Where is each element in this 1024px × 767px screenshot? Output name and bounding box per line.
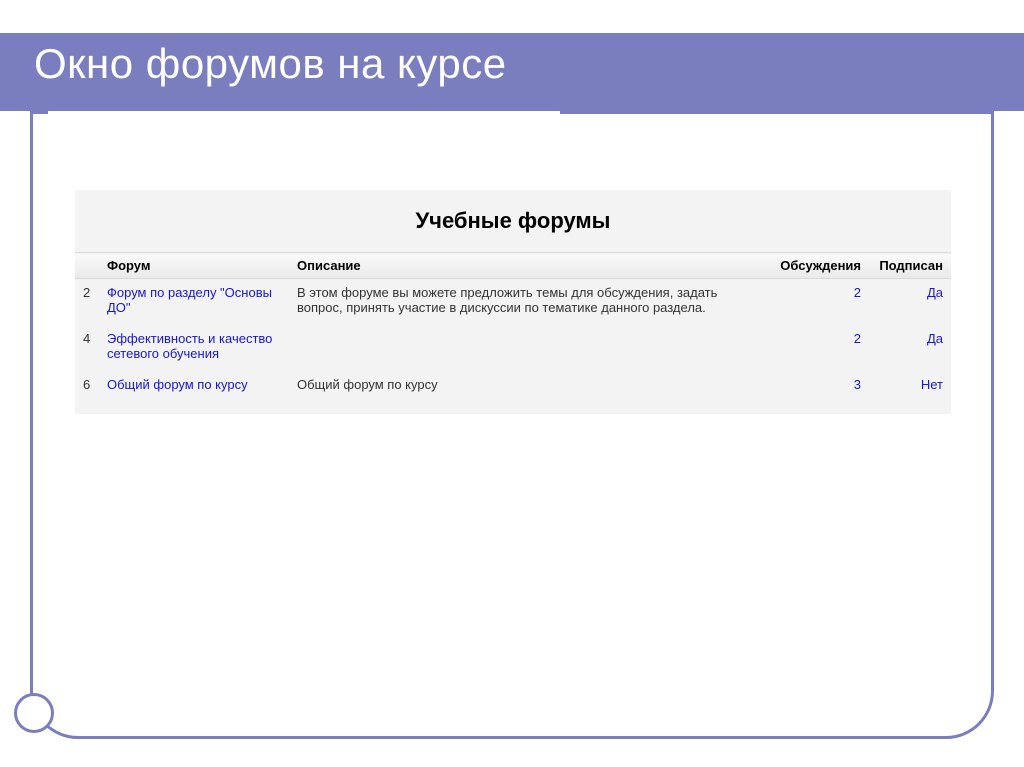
slide: Окно форумов на курсе Учебные форумы Фор… [0,0,1024,767]
cell-disc: 2 [769,279,869,326]
forums-table: Форум Описание Обсуждения Подписан 2 Фор… [75,252,951,402]
slide-title: Окно форумов на курсе [34,40,507,88]
col-header-sub: Подписан [869,253,951,279]
table-row: 4 Эффективность и качество сетевого обуч… [75,325,951,371]
forum-link[interactable]: Общий форум по курсу [107,377,248,392]
frame-rule-left [30,111,48,114]
panel-title: Учебные форумы [75,208,951,234]
frame-circle-accent [14,693,54,733]
frame-rule-right [560,111,994,114]
col-header-forum: Форум [99,253,289,279]
forums-panel: Учебные форумы Форум Описание Обсуждения… [75,190,951,414]
cell-desc: Общий форум по курсу [289,371,769,402]
col-header-num [75,253,99,279]
cell-sub: Нет [869,371,951,402]
cell-forum: Эффективность и качество сетевого обучен… [99,325,289,371]
cell-forum: Общий форум по курсу [99,371,289,402]
cell-sub: Да [869,325,951,371]
col-header-desc: Описание [289,253,769,279]
cell-num: 4 [75,325,99,371]
discussions-link[interactable]: 2 [854,285,861,300]
cell-desc [289,325,769,371]
cell-num: 6 [75,371,99,402]
subscribe-link[interactable]: Нет [921,377,943,392]
col-header-disc: Обсуждения [769,253,869,279]
subscribe-link[interactable]: Да [927,285,943,300]
cell-desc: В этом форуме вы можете предложить темы … [289,279,769,326]
cell-num: 2 [75,279,99,326]
forum-link[interactable]: Форум по разделу "Основы ДО" [107,285,272,315]
cell-disc: 2 [769,325,869,371]
cell-sub: Да [869,279,951,326]
table-row: 2 Форум по разделу "Основы ДО" В этом фо… [75,279,951,326]
discussions-link[interactable]: 3 [854,377,861,392]
table-row: 6 Общий форум по курсу Общий форум по ку… [75,371,951,402]
subscribe-link[interactable]: Да [927,331,943,346]
table-header-row: Форум Описание Обсуждения Подписан [75,253,951,279]
forum-link[interactable]: Эффективность и качество сетевого обучен… [107,331,272,361]
cell-forum: Форум по разделу "Основы ДО" [99,279,289,326]
discussions-link[interactable]: 2 [854,331,861,346]
cell-disc: 3 [769,371,869,402]
